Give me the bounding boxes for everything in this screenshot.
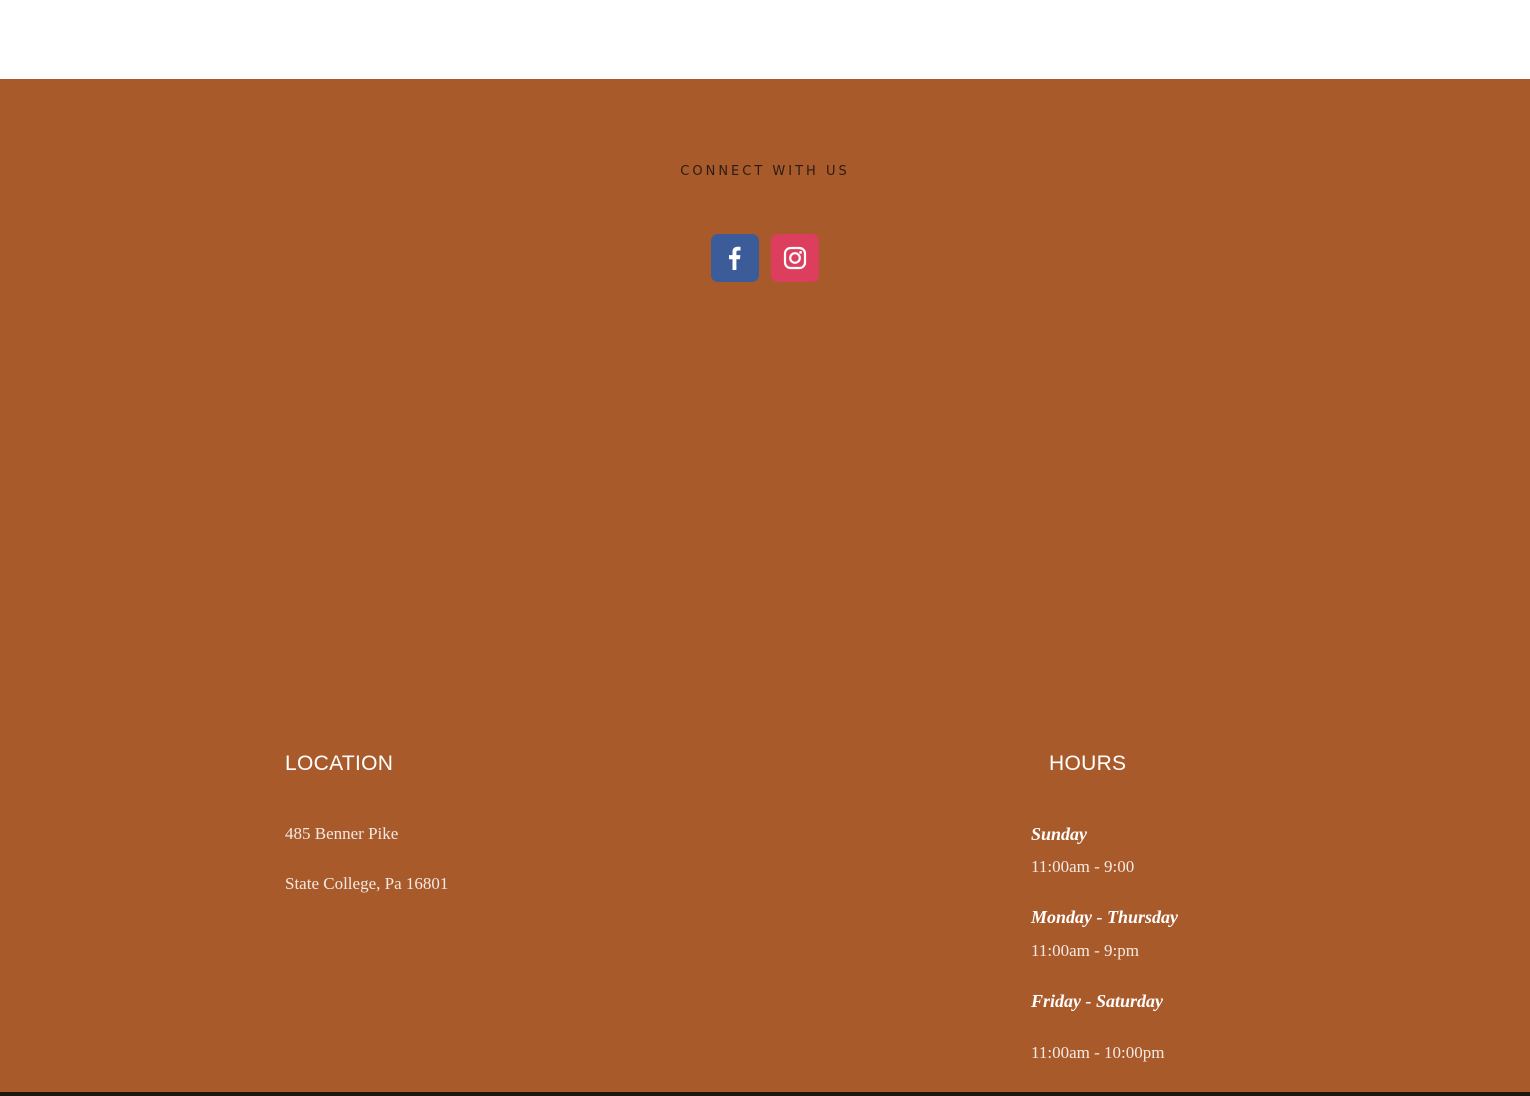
hours-time-sunday: 11:00am - 9:00 (1031, 857, 1135, 876)
page-header-area (0, 0, 1530, 79)
address-line-1: 485 Benner Pike (285, 824, 399, 843)
facebook-button[interactable] (711, 234, 759, 282)
facebook-icon (729, 246, 741, 270)
hours-time-fri-sat: 11:00am - 10:00pm (1031, 1043, 1165, 1062)
hours-day-fri-sat: Friday - Saturday (1031, 991, 1164, 1011)
instagram-icon (783, 246, 807, 270)
address-line-2: State College, Pa 16801 (285, 874, 449, 893)
location-heading: LOCATION (285, 752, 394, 775)
hours-time-mon-thu: 11:00am - 9:pm (1031, 941, 1139, 960)
instagram-button[interactable] (771, 234, 819, 282)
social-bar (711, 234, 819, 282)
hours-day-sunday: Sunday (1031, 824, 1088, 844)
hours-heading: HOURS (1049, 752, 1127, 775)
hours-day-mon-thu: Monday - Thursday (1031, 907, 1179, 927)
bottom-divider (0, 1092, 1530, 1096)
site-footer (0, 79, 1530, 1092)
connect-heading: CONNECT WITH US (680, 164, 850, 179)
